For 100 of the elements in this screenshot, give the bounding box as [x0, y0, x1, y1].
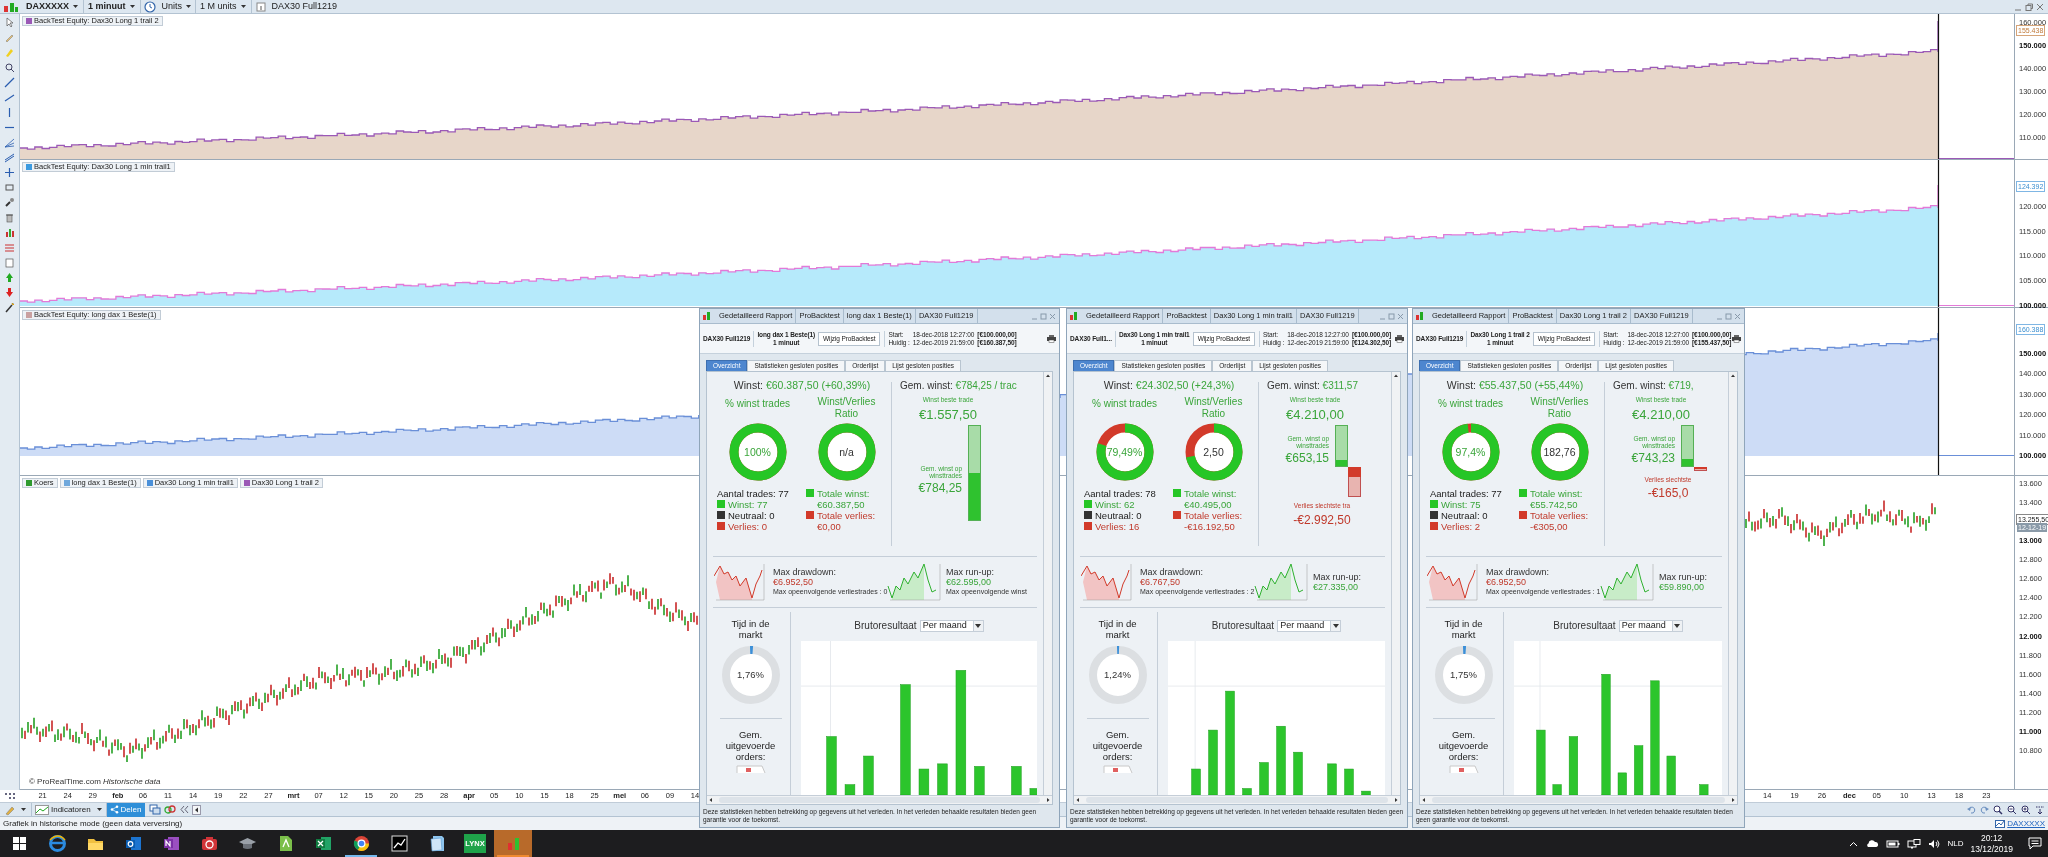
horizontal-scrollbar[interactable] — [1420, 795, 1737, 804]
drawdown-label: Max drawdown: — [1486, 567, 1551, 577]
caret-icon[interactable] — [128, 4, 136, 9]
network-icon[interactable] — [1907, 838, 1922, 849]
document-stack-icon — [427, 834, 447, 853]
donut-chart — [1529, 421, 1590, 482]
gross-result-label: Brutoresultaat — [1553, 619, 1616, 633]
orders-label: Gem. uitgevoerde orders: — [724, 729, 777, 762]
chart-title: % winst trades — [725, 396, 790, 411]
legend-swatch — [1084, 522, 1092, 531]
restore-icon[interactable] — [2025, 2, 2033, 11]
legend-text: Neutraal: 0 — [728, 509, 775, 521]
speaker-icon[interactable] — [1928, 838, 1941, 849]
scroll-up-icon[interactable] — [1729, 372, 1737, 380]
channel-icon[interactable] — [4, 152, 15, 163]
period-dropdown[interactable]: Per maand — [1277, 619, 1342, 632]
instrument-label: DAX30 Full1219 — [270, 0, 339, 13]
donut-value: n/a — [839, 446, 854, 457]
diagonal-line-icon[interactable] — [4, 77, 15, 88]
chart-title: Winst/Verlies Ratio — [1183, 395, 1244, 421]
printer-icon[interactable] — [1046, 334, 1057, 343]
more-icon[interactable] — [2035, 804, 2045, 815]
rectangle-icon[interactable] — [4, 182, 15, 193]
more-dots-icon[interactable] — [4, 792, 16, 800]
caret-icon[interactable] — [72, 4, 79, 9]
legend-text: Verlies: 2 — [1441, 520, 1481, 532]
printer-icon[interactable] — [1731, 334, 1743, 343]
down-arrow-icon[interactable] — [4, 287, 15, 298]
period-dropdown[interactable]: Per maand — [1618, 619, 1683, 632]
legend-swatch — [1430, 522, 1438, 531]
donut-value: 182,76 — [1543, 446, 1576, 457]
scrollbar-thumb[interactable] — [1432, 797, 1725, 803]
legend-value: €0,00 — [816, 520, 842, 532]
legend-value: €55.742,50 — [1529, 498, 1579, 510]
trend-line-app-icon — [389, 834, 409, 853]
fan-lines-icon[interactable] — [4, 137, 15, 148]
magnifier-icon[interactable] — [4, 62, 15, 73]
vertical-scrollbar[interactable] — [1391, 372, 1400, 795]
legend-swatch — [1519, 489, 1527, 498]
double-chevron-icon[interactable] — [179, 805, 189, 814]
toolbar-dropdown[interactable]: 1 M units — [196, 0, 252, 14]
pointer-icon[interactable] — [4, 17, 15, 28]
vertical-scrollbar[interactable] — [1043, 372, 1052, 795]
caret-icon[interactable] — [95, 807, 103, 812]
toolbar-dropdown[interactable]: Units — [158, 0, 197, 14]
horizontal-scrollbar[interactable] — [707, 795, 1052, 804]
horizontal-scrollbar[interactable] — [1074, 795, 1400, 804]
line-chart-icon — [35, 804, 49, 815]
time-in-market-label: Tijd in de markt — [1097, 618, 1138, 640]
indicators-button[interactable]: Indicatoren — [31, 802, 107, 817]
close-icon[interactable] — [2036, 2, 2044, 11]
legend-text: Totale verlies: — [817, 509, 876, 521]
average-win-value: €784,25 — [918, 480, 962, 498]
scroll-left-icon[interactable] — [191, 804, 201, 815]
legend-swatch — [806, 511, 814, 520]
toolbar-dropdown[interactable]: 1 minuut — [84, 0, 141, 14]
cross-arrows-icon[interactable] — [4, 167, 15, 178]
scroll-up-icon[interactable] — [1392, 372, 1400, 380]
zoom-region-icon[interactable] — [1993, 804, 2003, 815]
average-profit: Gem. winst: €311,57 — [1267, 379, 1359, 393]
card-icon[interactable] — [4, 257, 15, 268]
scroll-up-icon[interactable] — [1044, 372, 1052, 380]
drawdown-label: Max drawdown: — [1140, 567, 1205, 577]
scrollbar-thumb[interactable] — [719, 797, 1040, 803]
donut-value: 1,24% — [1104, 670, 1131, 680]
diagonal-line-icon[interactable] — [4, 92, 15, 103]
scrollbar-thumb[interactable] — [1086, 797, 1388, 803]
brush-icon[interactable] — [4, 197, 15, 208]
caret-icon[interactable] — [20, 807, 27, 812]
toolbar-dropdown[interactable]: DAXXXXX — [22, 0, 84, 14]
wand-icon[interactable] — [4, 302, 15, 313]
vertical-scrollbar[interactable] — [1728, 372, 1737, 795]
drawdown-value: €6.767,50 — [1140, 577, 1182, 587]
chart-title: % winst trades — [1092, 396, 1157, 411]
clock[interactable]: 20:12 13/12/2019 — [1970, 832, 2013, 855]
cloud-icon[interactable] — [1865, 839, 1880, 848]
language-indicator[interactable]: NLD — [1947, 837, 1964, 850]
order-card-icon — [1448, 765, 1479, 773]
link-icon[interactable] — [163, 804, 176, 815]
trade-count: Aantal trades: 77 — [717, 487, 790, 499]
windows-icon[interactable] — [148, 804, 161, 815]
bars-icon[interactable] — [4, 227, 15, 238]
printer-icon[interactable] — [1394, 334, 1405, 343]
caret-icon[interactable] — [185, 4, 193, 9]
zoom-out-icon[interactable] — [2007, 804, 2017, 815]
chevron-up-icon[interactable] — [1849, 840, 1859, 847]
donut-value: 2,50 — [1203, 446, 1224, 457]
caret-icon[interactable] — [239, 4, 247, 9]
period-dropdown[interactable]: Per maand — [919, 619, 984, 632]
trade-count: Aantal trades: 77 — [1430, 487, 1503, 499]
zoom-in-icon[interactable] — [2021, 804, 2031, 815]
up-arrow-icon[interactable] — [4, 272, 15, 283]
legend-text: Neutraal: 0 — [1441, 509, 1488, 521]
battery-icon[interactable] — [1886, 839, 1901, 848]
chart-title: % winst trades — [1438, 396, 1503, 411]
trash-icon[interactable] — [4, 212, 15, 223]
donut-value: 1,76% — [737, 670, 764, 680]
symbol-link[interactable]: DAXXXXX — [2007, 817, 2045, 830]
drawdown-value: €6.952,50 — [773, 577, 815, 587]
notification-icon[interactable] — [2028, 837, 2042, 850]
